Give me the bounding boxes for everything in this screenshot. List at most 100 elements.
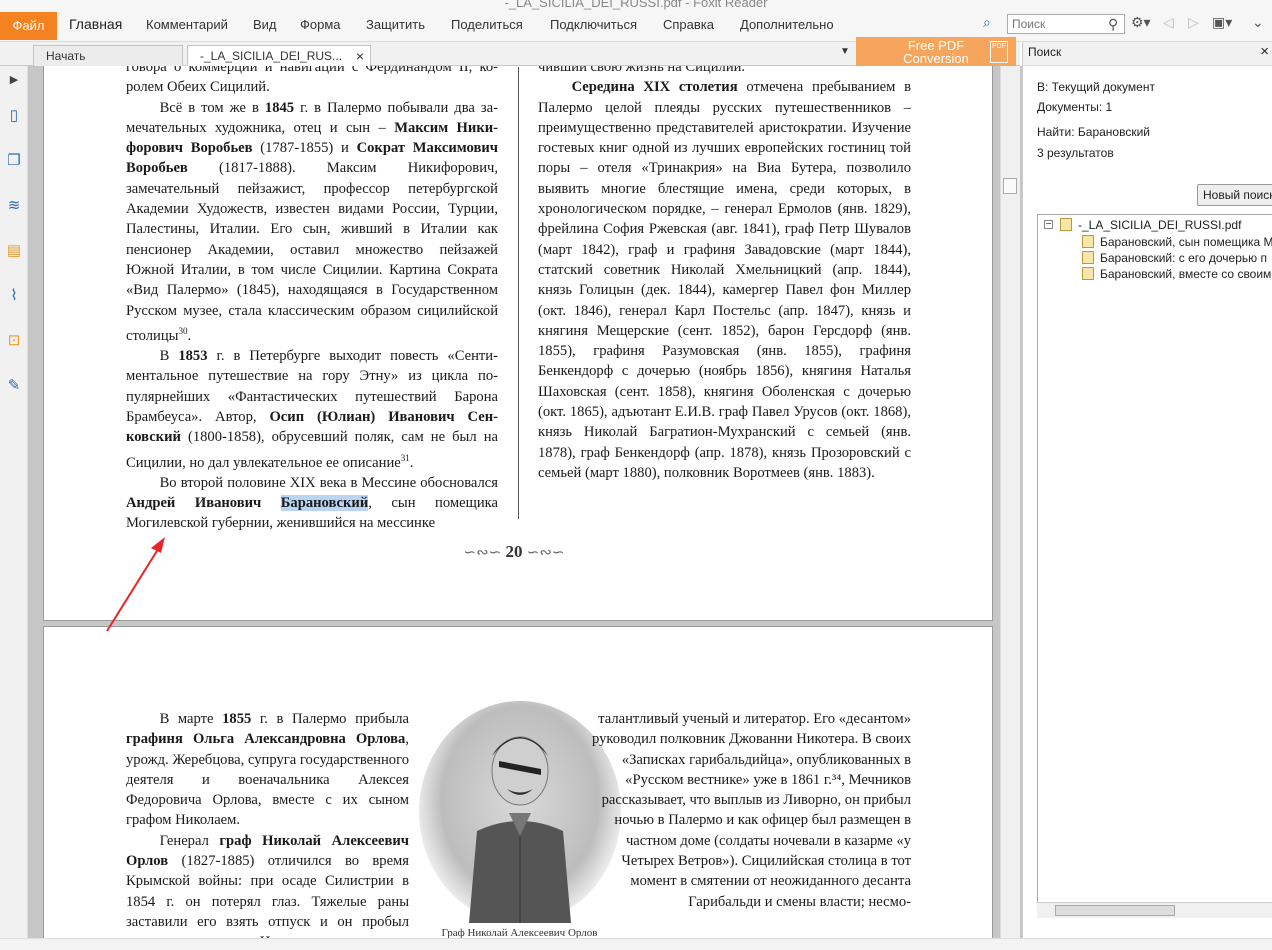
page-column-right: талантливый ученый и литератор. Его «де­… — [592, 711, 911, 910]
text-run: Во второй половине XIX века в Мессине об… — [159, 474, 498, 491]
text-run: 1855 — [222, 711, 252, 727]
promo-banner[interactable]: Free PDF Conversion PDF — [856, 37, 1016, 67]
horizontal-scrollbar[interactable] — [1037, 902, 1272, 918]
menu-view[interactable]: Вид — [253, 17, 277, 32]
text-run: 1853 — [178, 348, 208, 365]
file-menu-button[interactable]: Файл — [0, 12, 57, 40]
scrollbar-thumb[interactable] — [1003, 178, 1017, 194]
attachment-icon[interactable]: ⌇ — [4, 286, 24, 306]
text-run: 1845 — [264, 99, 295, 116]
menu-extra[interactable]: Дополнительно — [740, 17, 834, 32]
result-icon — [1082, 267, 1094, 280]
page-number: ∽∾∽ 20 ∽∾∽ — [463, 542, 565, 561]
vertical-scrollbar[interactable] — [1000, 66, 1020, 950]
menu-share[interactable]: Поделиться — [451, 17, 523, 32]
text-run: Всё в том же в — [159, 99, 265, 116]
page-column-left: говора о коммерции и навигации с Фердина… — [126, 66, 498, 534]
search-result-item[interactable]: Барановский, сын помещика М — [1100, 235, 1272, 249]
result-icon — [1082, 235, 1094, 248]
close-icon[interactable]: × — [356, 46, 364, 67]
search-panel-title: Поиск — [1028, 45, 1062, 59]
text-paragraph: В марте 1855 г. в Палермо прибы­ла графи… — [126, 709, 409, 831]
text-paragraph: чивший свою жизнь на Сицилии. — [538, 66, 911, 77]
search-panel: Поиск × В: Текущий документ Документы: 1… — [1022, 42, 1272, 950]
text-run: г. в Палермо прибы­ла — [251, 711, 409, 727]
menu-comment[interactable]: Комментарий — [146, 17, 228, 32]
result-icon — [1082, 251, 1094, 264]
gear-icon[interactable]: ⚙▾ — [1131, 14, 1151, 31]
menu-connect[interactable]: Подключиться — [550, 17, 637, 32]
expand-icon[interactable]: ▶ — [4, 70, 24, 90]
ornament-icon: ∽∾∽ — [526, 545, 565, 561]
text-run: Середина XIX столетия — [571, 79, 738, 96]
document-viewer[interactable]: говора о коммерции и навигации с Фердина… — [28, 66, 1023, 950]
ornament-icon: ∽∾∽ — [463, 545, 502, 561]
tab-label: Начать — [46, 49, 86, 63]
find-icon[interactable]: ⌕ — [983, 14, 991, 31]
search-result-item[interactable]: Барановский, вместе со своим — [1100, 267, 1271, 281]
collapse-icon[interactable]: − — [1044, 220, 1053, 230]
text-run: (1817-1888). Максим Никифоро­вич, замеча… — [126, 160, 498, 344]
menu-protect[interactable]: Защитить — [366, 17, 425, 32]
search-term: Найти: Барановский — [1037, 125, 1151, 139]
chevron-down-icon[interactable]: ⌄ — [1252, 14, 1264, 31]
text-run: . — [409, 454, 414, 471]
signature-icon[interactable]: ✎ — [4, 376, 24, 396]
title-bar: -_LA_SICILIA_DEI_RUSSI.pdf - Foxit Reade… — [0, 0, 1272, 10]
status-bar — [0, 938, 1272, 950]
pdf-page: говора о коммерции и навигации с Фердина… — [43, 66, 993, 621]
search-highlight: Барановский — [280, 494, 369, 511]
text-run: (1800-1858), обрусевший поляк, сам не бы… — [126, 429, 498, 471]
comments-icon[interactable]: ▤ — [4, 241, 24, 261]
text-run: В марте — [159, 711, 223, 727]
text-paragraph: говора о коммерции и навигации с Фердина… — [126, 66, 498, 98]
new-search-button[interactable]: Новый поиск — [1197, 184, 1272, 206]
text-run: (1787-1855) и — [252, 140, 357, 157]
result-file[interactable]: -_LA_SICILIA_DEI_RUSSI.pdf — [1078, 218, 1241, 232]
menu-help[interactable]: Справка — [663, 17, 714, 32]
text-paragraph: В 1853 г. в Петербурге выходит повесть «… — [126, 346, 498, 473]
next-icon[interactable]: ▷ — [1188, 14, 1199, 31]
text-run: 31 — [400, 452, 410, 463]
pdf-file-icon — [1060, 218, 1072, 231]
search-panel-header: Поиск × — [1023, 42, 1272, 66]
bookmark-icon[interactable]: ▯ — [4, 106, 24, 126]
page-column-left: В марте 1855 г. в Палермо прибы­ла графи… — [126, 709, 409, 950]
tab-document[interactable]: -_LA_SICILIA_DEI_RUS... × — [187, 45, 371, 67]
text-run: В — [159, 348, 179, 365]
pdf-page: В марте 1855 г. в Палермо прибы­ла графи… — [43, 626, 993, 950]
text-run: говора о коммерции и навигации с Фердина… — [126, 66, 498, 96]
search-icon[interactable]: ⚲ — [1108, 16, 1118, 33]
menu-form[interactable]: Форма — [300, 17, 341, 32]
tab-list-icon[interactable]: ▼ — [840, 46, 850, 57]
search-results-tree: − -_LA_SICILIA_DEI_RUSSI.pdf Барановский… — [1037, 214, 1272, 914]
navigation-sidebar: ▶ ▯ ❐ ≋ ▤ ⌇ ⊡ ✎ — [0, 66, 28, 950]
search-scope: В: Текущий документ — [1037, 80, 1155, 94]
text-run: Генерал — [159, 832, 220, 849]
layers-icon[interactable]: ≋ — [4, 196, 24, 216]
page-column-right: чивший свою жизнь на Сицилии. Середина XI… — [538, 66, 911, 483]
text-paragraph: Генерал граф Николай Алексее­вич Орлов (… — [126, 831, 409, 950]
search-count: 3 результатов — [1037, 146, 1114, 160]
search-result-item[interactable]: Барановский: с его дочерью п — [1100, 251, 1267, 265]
close-icon[interactable]: × — [1260, 42, 1269, 62]
tab-start[interactable]: Начать — [33, 45, 183, 67]
text-run: графиня Ольга Александровна Ор­лова — [126, 731, 406, 748]
text-run: . — [187, 327, 192, 344]
menu-home[interactable]: Главная — [69, 16, 122, 32]
user-icon[interactable]: ▣▾ — [1212, 14, 1232, 31]
text-run: (1827-1885) отличился во время Крымской … — [126, 853, 409, 950]
pdf-icon: PDF — [990, 41, 1008, 63]
pages-icon[interactable]: ❐ — [4, 151, 24, 171]
text-paragraph: Всё в том же в 1845 г. в Палермо побывал… — [126, 98, 498, 346]
text-run: Андрей Иванович — [126, 494, 281, 511]
text-run: отмечена пребыванием в Палермо целой пле… — [538, 79, 911, 481]
search-documents: Документы: 1 — [1037, 100, 1113, 114]
text-paragraph: Во второй половине XIX века в Мессине об… — [126, 473, 498, 534]
lock-icon[interactable]: ⊡ — [4, 331, 24, 351]
prev-icon[interactable]: ◁ — [1163, 14, 1174, 31]
column-divider — [518, 67, 519, 519]
tab-label: -_LA_SICILIA_DEI_RUS... — [200, 49, 343, 63]
text-run: чивший свою жизнь на Сицилии. — [538, 66, 746, 75]
scrollbar-thumb[interactable] — [1055, 905, 1175, 916]
